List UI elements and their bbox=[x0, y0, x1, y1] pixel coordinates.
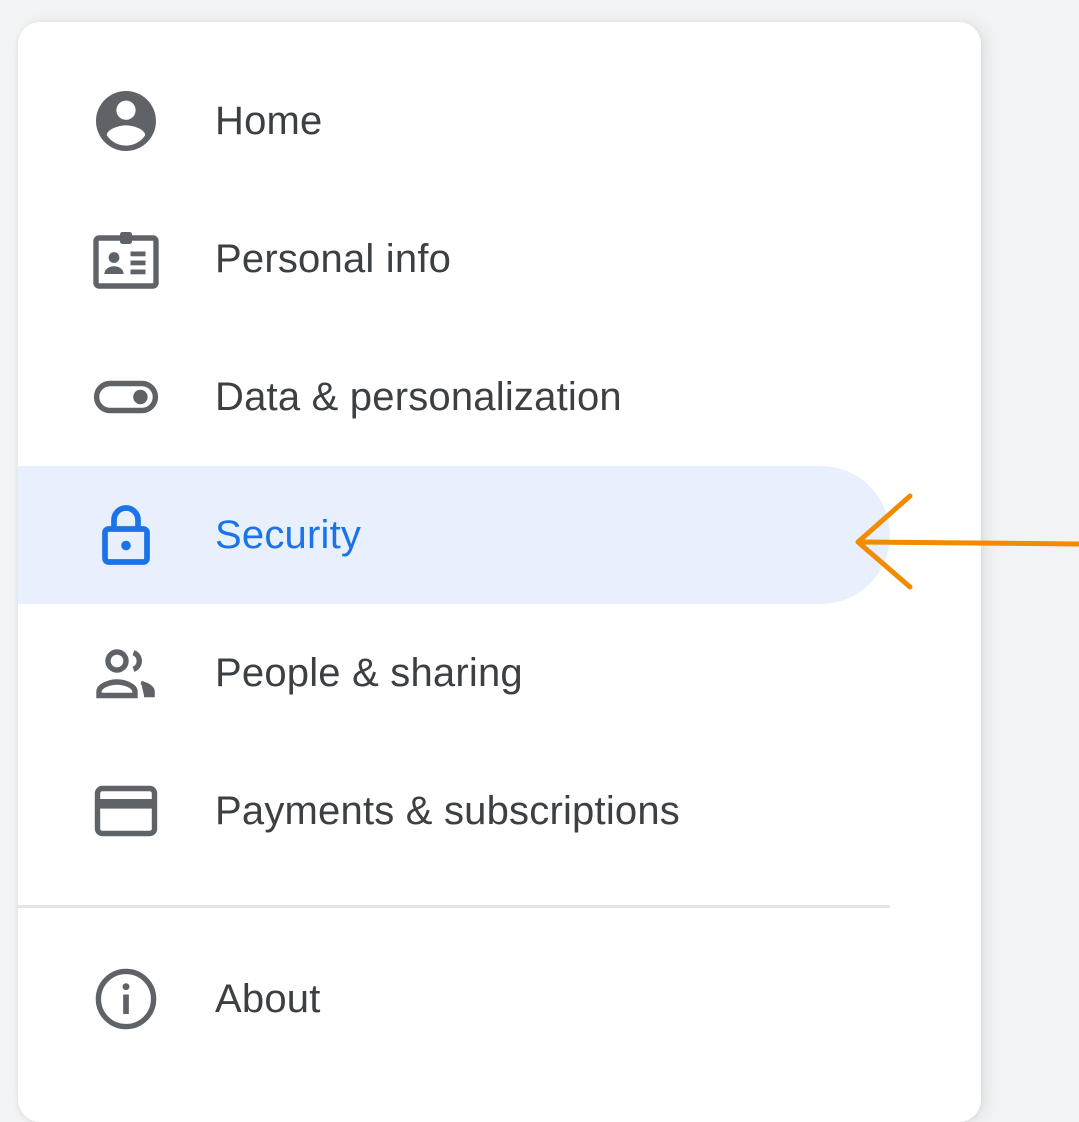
sidebar-item-about[interactable]: About bbox=[18, 930, 890, 1068]
sidebar-item-payments-subscriptions[interactable]: Payments & subscriptions bbox=[18, 742, 890, 880]
lock-icon bbox=[90, 499, 162, 571]
sidebar-item-label: People & sharing bbox=[215, 650, 523, 695]
nav-divider bbox=[18, 905, 890, 908]
sidebar-item-people-sharing[interactable]: People & sharing bbox=[18, 604, 890, 742]
side-navigation-panel: Home Personal info Data & personalizatio… bbox=[18, 22, 981, 1122]
sidebar-item-label: Security bbox=[215, 512, 362, 557]
account-circle-icon bbox=[90, 85, 162, 157]
sidebar-item-label: About bbox=[215, 976, 321, 1021]
sidebar-item-label: Payments & subscriptions bbox=[215, 788, 680, 833]
toggle-icon bbox=[90, 361, 162, 433]
sidebar-item-label: Data & personalization bbox=[215, 374, 622, 419]
sidebar-item-home[interactable]: Home bbox=[18, 52, 890, 190]
arrow-left-icon bbox=[855, 493, 1079, 590]
id-card-icon bbox=[90, 223, 162, 295]
info-icon bbox=[90, 963, 162, 1035]
sidebar-item-personal-info[interactable]: Personal info bbox=[18, 190, 890, 328]
sidebar-item-label: Home bbox=[215, 98, 323, 143]
sidebar-item-data-personalization[interactable]: Data & personalization bbox=[18, 328, 890, 466]
credit-card-icon bbox=[90, 775, 162, 847]
sidebar-item-security[interactable]: Security bbox=[18, 466, 890, 604]
sidebar-item-label: Personal info bbox=[215, 236, 452, 281]
people-icon bbox=[90, 637, 162, 709]
